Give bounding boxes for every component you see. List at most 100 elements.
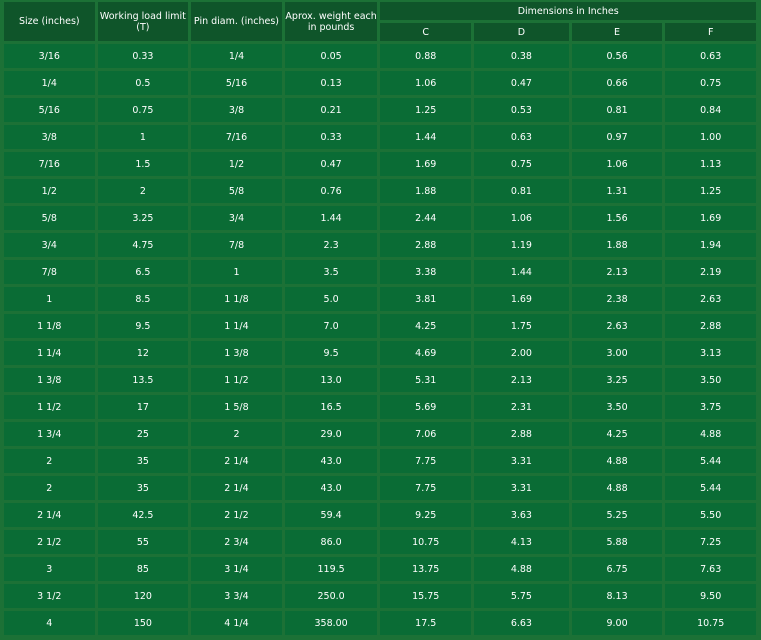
cell-weight: 358.00 <box>284 611 378 635</box>
cell-dim-d: 1.06 <box>474 206 569 230</box>
cell-working-load-limit: 0.33 <box>97 44 189 68</box>
cell-dim-f: 5.44 <box>665 449 756 473</box>
table-row: 2 1/4 42.5 2 1/2 59.4 9.25 3.63 5.25 5.50 <box>4 503 756 527</box>
cell-dim-c: 5.31 <box>380 368 472 392</box>
cell-dim-c: 3.81 <box>380 287 472 311</box>
cell-dim-f: 9.50 <box>665 584 756 608</box>
cell-dim-c: 15.75 <box>380 584 472 608</box>
cell-pin-diameter: 1 <box>191 260 282 284</box>
cell-dim-e: 2.63 <box>571 314 663 338</box>
table-row: 1 1/8 9.5 1 1/4 7.0 4.25 1.75 2.63 2.88 <box>4 314 756 338</box>
cell-pin-diameter: 1/2 <box>191 152 282 176</box>
cell-pin-diameter: 5/16 <box>191 71 282 95</box>
header-pin-diameter: Pin diam. (inches) <box>191 2 282 41</box>
cell-weight: 16.5 <box>284 395 378 419</box>
cell-dim-e: 1.88 <box>571 233 663 257</box>
cell-dim-d: 2.31 <box>474 395 569 419</box>
cell-dim-d: 2.00 <box>474 341 569 365</box>
header-dim-f: F <box>665 23 756 41</box>
shackle-dimensions-table: Size (inches) Working load limit (T) Pin… <box>1 0 759 638</box>
cell-pin-diameter: 2 1/2 <box>191 503 282 527</box>
cell-dim-e: 3.25 <box>571 368 663 392</box>
cell-pin-diameter: 1 1/8 <box>191 287 282 311</box>
cell-weight: 250.0 <box>284 584 378 608</box>
cell-size: 4 <box>4 611 95 635</box>
cell-size: 5/8 <box>4 206 95 230</box>
cell-working-load-limit: 6.5 <box>97 260 189 284</box>
table-row: 1/4 0.5 5/16 0.13 1.06 0.47 0.66 0.75 <box>4 71 756 95</box>
table-row: 1 1/2 17 1 5/8 16.5 5.69 2.31 3.50 3.75 <box>4 395 756 419</box>
cell-size: 1 1/8 <box>4 314 95 338</box>
cell-dim-f: 2.19 <box>665 260 756 284</box>
cell-working-load-limit: 150 <box>97 611 189 635</box>
cell-dim-e: 2.13 <box>571 260 663 284</box>
cell-weight: 5.0 <box>284 287 378 311</box>
cell-dim-e: 4.88 <box>571 449 663 473</box>
cell-weight: 43.0 <box>284 449 378 473</box>
cell-weight: 9.5 <box>284 341 378 365</box>
cell-weight: 0.05 <box>284 44 378 68</box>
cell-size: 2 <box>4 476 95 500</box>
cell-dim-c: 1.44 <box>380 125 472 149</box>
cell-pin-diameter: 1 1/2 <box>191 368 282 392</box>
cell-dim-c: 7.75 <box>380 476 472 500</box>
cell-dim-e: 5.25 <box>571 503 663 527</box>
cell-pin-diameter: 1 3/8 <box>191 341 282 365</box>
cell-dim-f: 0.63 <box>665 44 756 68</box>
cell-dim-e: 8.13 <box>571 584 663 608</box>
cell-dim-f: 0.75 <box>665 71 756 95</box>
cell-dim-d: 1.75 <box>474 314 569 338</box>
table-row: 1 8.5 1 1/8 5.0 3.81 1.69 2.38 2.63 <box>4 287 756 311</box>
cell-dim-e: 1.56 <box>571 206 663 230</box>
cell-dim-e: 0.81 <box>571 98 663 122</box>
cell-dim-e: 4.88 <box>571 476 663 500</box>
cell-weight: 7.0 <box>284 314 378 338</box>
cell-working-load-limit: 85 <box>97 557 189 581</box>
cell-dim-d: 6.63 <box>474 611 569 635</box>
cell-dim-f: 0.84 <box>665 98 756 122</box>
cell-working-load-limit: 1.5 <box>97 152 189 176</box>
cell-dim-e: 1.06 <box>571 152 663 176</box>
cell-working-load-limit: 25 <box>97 422 189 446</box>
cell-dim-f: 5.44 <box>665 476 756 500</box>
cell-dim-e: 3.00 <box>571 341 663 365</box>
cell-dim-f: 7.25 <box>665 530 756 554</box>
cell-dim-e: 6.75 <box>571 557 663 581</box>
cell-working-load-limit: 0.75 <box>97 98 189 122</box>
cell-pin-diameter: 1 1/4 <box>191 314 282 338</box>
cell-working-load-limit: 0.5 <box>97 71 189 95</box>
cell-pin-diameter: 3 3/4 <box>191 584 282 608</box>
cell-weight: 0.21 <box>284 98 378 122</box>
cell-pin-diameter: 1 5/8 <box>191 395 282 419</box>
cell-dim-c: 5.69 <box>380 395 472 419</box>
table-row: 3/8 1 7/16 0.33 1.44 0.63 0.97 1.00 <box>4 125 756 149</box>
cell-dim-c: 7.75 <box>380 449 472 473</box>
header-dimensions: Dimensions in Inches <box>380 2 756 20</box>
cell-dim-d: 0.47 <box>474 71 569 95</box>
cell-dim-e: 3.50 <box>571 395 663 419</box>
cell-dim-d: 1.44 <box>474 260 569 284</box>
cell-weight: 29.0 <box>284 422 378 446</box>
cell-dim-c: 1.69 <box>380 152 472 176</box>
cell-dim-c: 13.75 <box>380 557 472 581</box>
table-row: 5/16 0.75 3/8 0.21 1.25 0.53 0.81 0.84 <box>4 98 756 122</box>
cell-dim-f: 10.75 <box>665 611 756 635</box>
cell-dim-f: 1.69 <box>665 206 756 230</box>
cell-dim-f: 7.63 <box>665 557 756 581</box>
cell-working-load-limit: 55 <box>97 530 189 554</box>
cell-dim-f: 1.25 <box>665 179 756 203</box>
cell-dim-c: 1.25 <box>380 98 472 122</box>
cell-dim-e: 0.66 <box>571 71 663 95</box>
cell-size: 2 1/4 <box>4 503 95 527</box>
cell-dim-f: 2.88 <box>665 314 756 338</box>
cell-dim-e: 5.88 <box>571 530 663 554</box>
cell-dim-d: 0.38 <box>474 44 569 68</box>
cell-size: 1/4 <box>4 71 95 95</box>
header-size: Size (inches) <box>4 2 95 41</box>
cell-size: 1 3/4 <box>4 422 95 446</box>
cell-pin-diameter: 2 1/4 <box>191 476 282 500</box>
table-row: 3 1/2 120 3 3/4 250.0 15.75 5.75 8.13 9.50 <box>4 584 756 608</box>
cell-dim-f: 1.00 <box>665 125 756 149</box>
cell-size: 3/8 <box>4 125 95 149</box>
cell-weight: 13.0 <box>284 368 378 392</box>
